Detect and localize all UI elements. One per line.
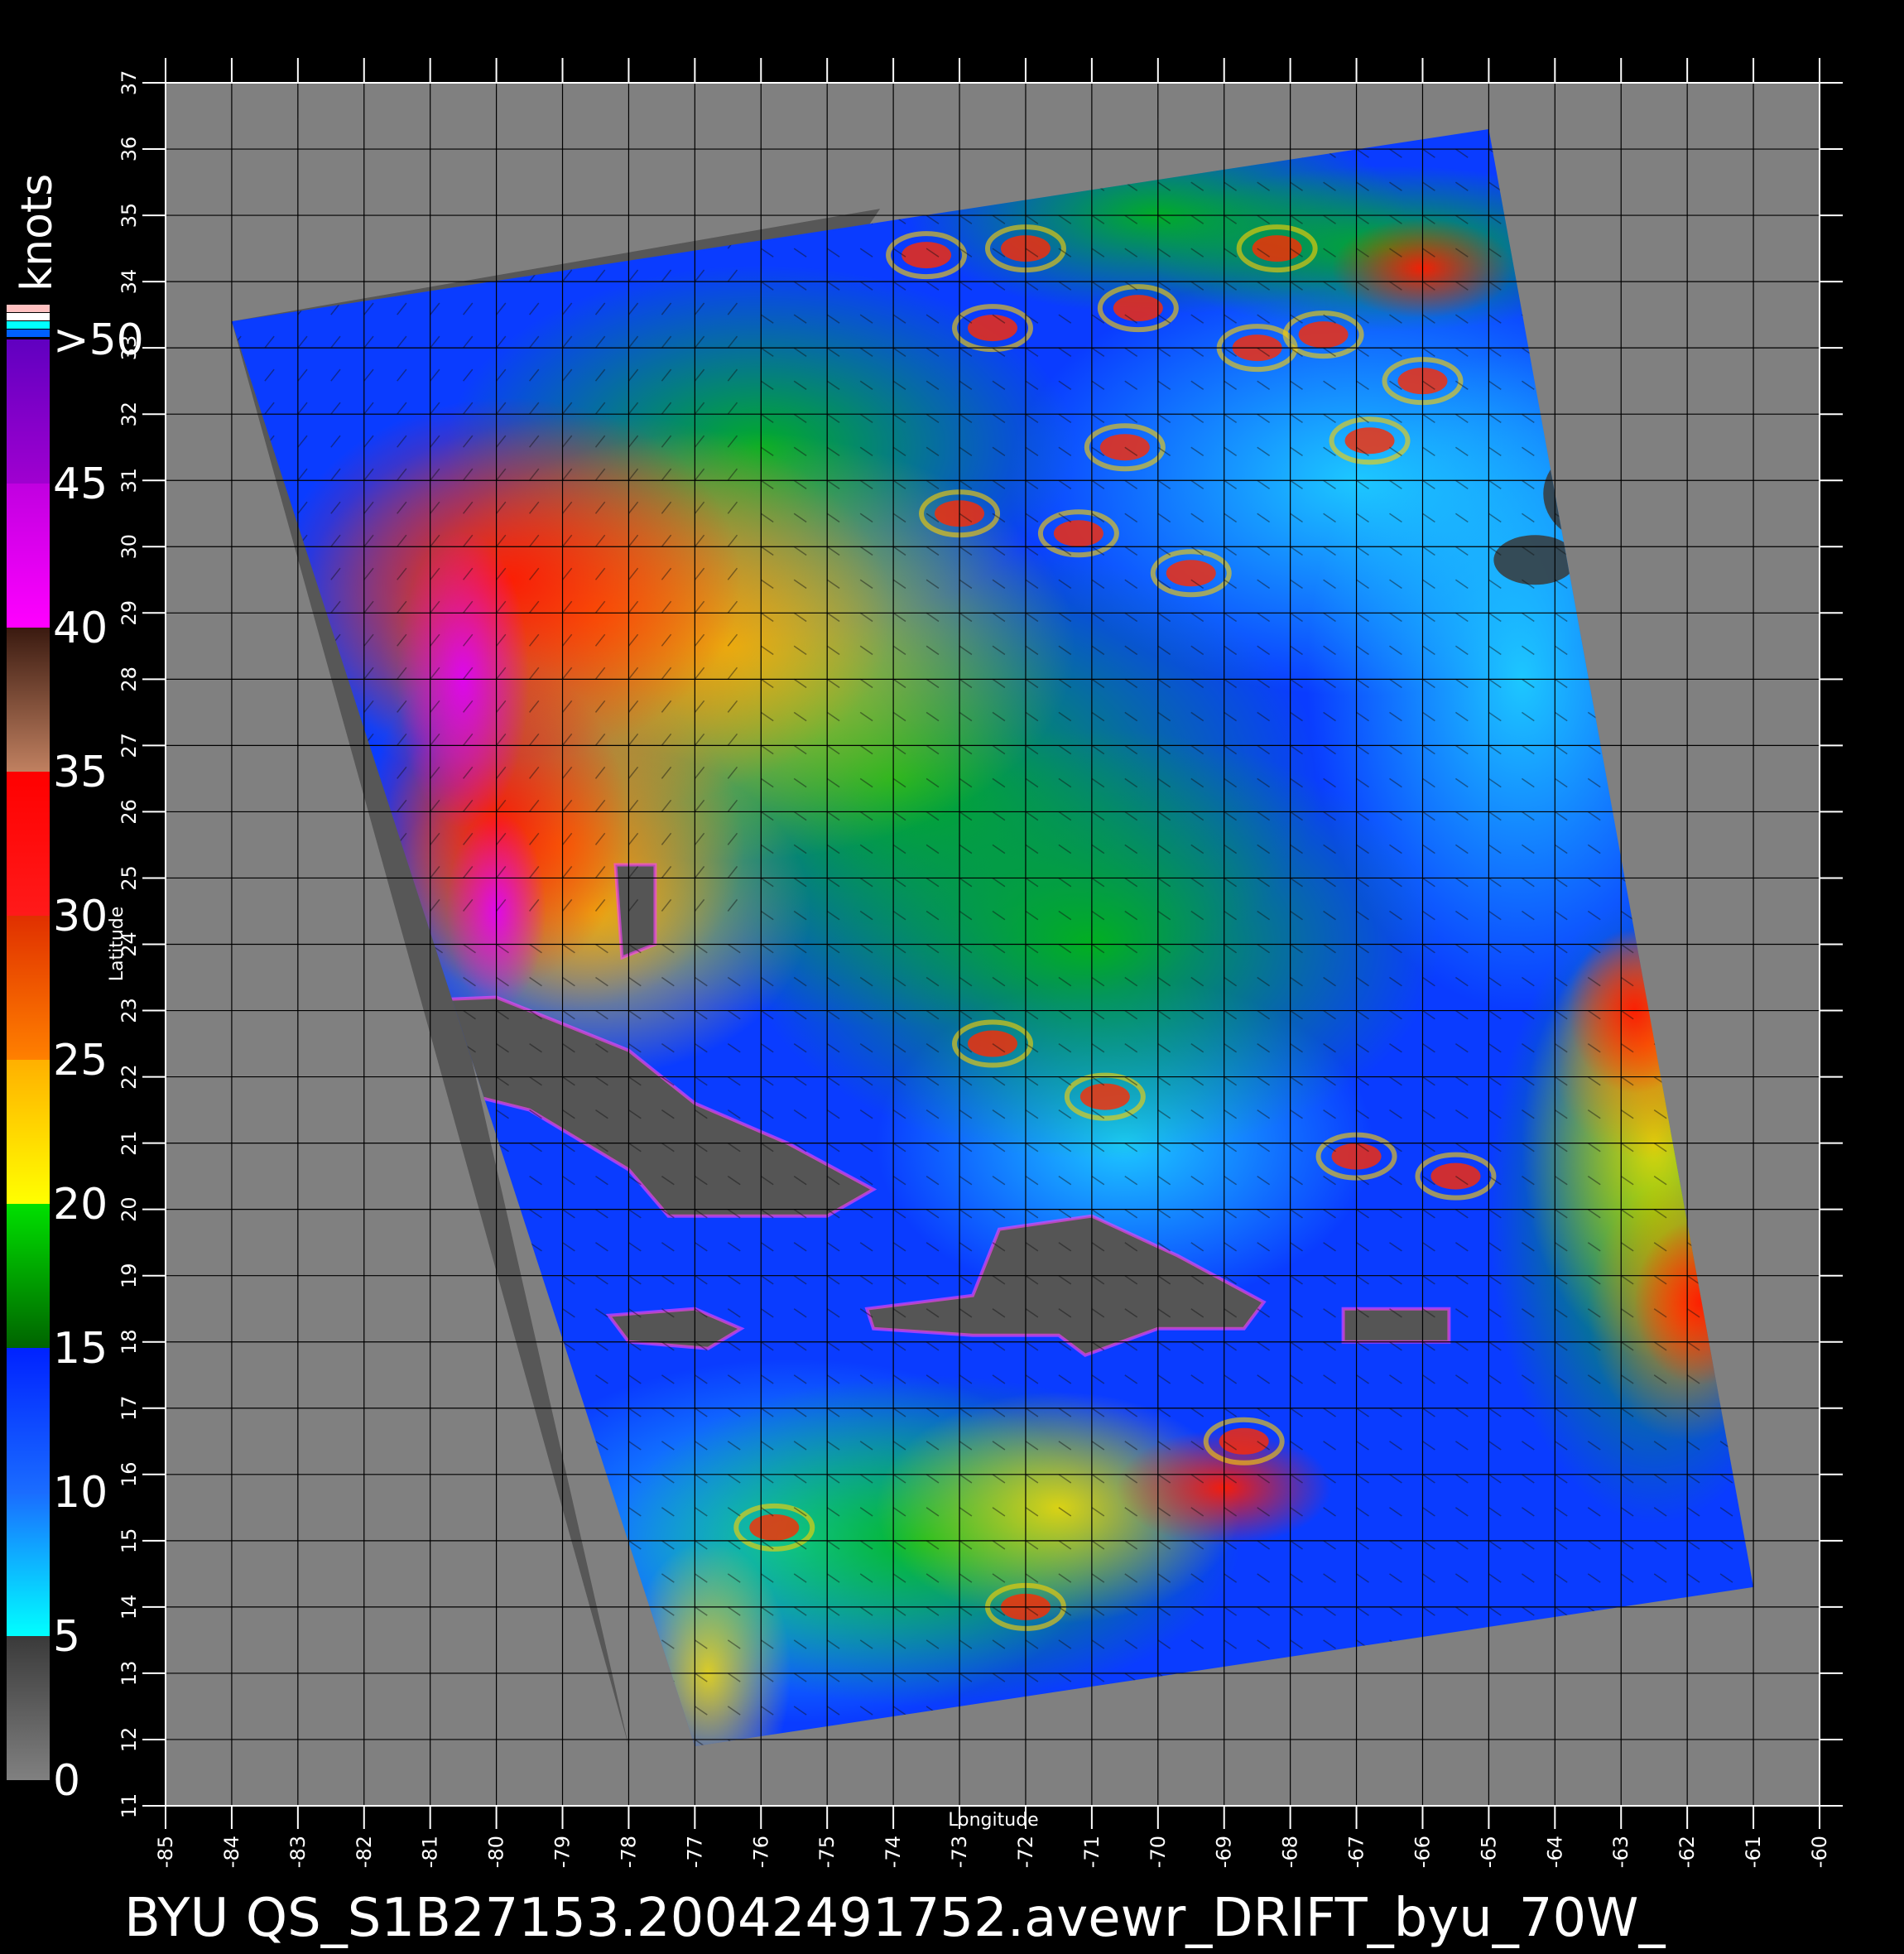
product-footer-label: BYU QS_S1B27153.20042491752.avewr_DRIFT_… [124, 1888, 1666, 1949]
storm-cell [1079, 1083, 1130, 1110]
latitude-tick-label: 37 [118, 70, 141, 96]
storm-cell [1113, 295, 1163, 322]
colorbar-label: 10 [53, 1468, 108, 1518]
colorbar-label: 5 [53, 1612, 80, 1662]
latitude-tick-label: 16 [118, 1462, 141, 1488]
longitude-tick-label: -66 [1411, 1836, 1434, 1868]
storm-cell [1252, 235, 1302, 262]
colorbar-label: 15 [53, 1324, 108, 1374]
storm-cell [1053, 520, 1103, 547]
latitude-tick-label: 27 [118, 733, 141, 758]
longitude-tick-label: -68 [1279, 1836, 1302, 1868]
longitude-tick-label: -63 [1609, 1836, 1632, 1868]
longitude-tick-label: -70 [1147, 1836, 1170, 1868]
latitude-tick-label: 20 [118, 1196, 141, 1222]
longitude-tick-label: -78 [617, 1836, 640, 1868]
colorbar-over-swatch-3 [7, 330, 50, 337]
x-axis-title: Longitude [948, 1810, 1038, 1831]
latitude-tick-label: 13 [118, 1661, 141, 1687]
colorbar-over-swatch-1 [7, 313, 50, 320]
longitude-tick-labels: -85 -84 -83 -82 -81 -80 -79 -78 -77 -76 -75 -74 -73 -… [154, 1836, 1831, 1868]
longitude-tick-label: -67 [1345, 1836, 1368, 1868]
storm-cell [1166, 560, 1216, 587]
longitude-tick-label: -60 [1808, 1836, 1831, 1868]
storm-cell [902, 242, 952, 269]
longitude-tick-label: -85 [154, 1836, 177, 1868]
storm-cell [749, 1514, 800, 1541]
latitude-tick-label: 28 [118, 667, 141, 692]
colorbar-unit-label: knots [12, 174, 62, 291]
longitude-tick-label: -84 [220, 1836, 243, 1868]
longitude-tick-label: -80 [485, 1836, 508, 1868]
longitude-tick-label: -71 [1080, 1836, 1103, 1868]
longitude-tick-label: -75 [815, 1836, 839, 1868]
longitude-tick-label: -73 [948, 1836, 971, 1868]
latitude-tick-label: 15 [118, 1528, 141, 1554]
latitude-tick-label: 11 [118, 1793, 141, 1819]
longitude-tick-label: -79 [551, 1836, 575, 1868]
colorbar-label: 45 [53, 460, 108, 509]
colorbar-over-range [7, 305, 50, 337]
latitude-tick-label: 19 [118, 1263, 141, 1288]
colorbar-label: 35 [53, 748, 108, 797]
colorbar-label: 20 [53, 1180, 108, 1230]
latitude-tick-label: 17 [118, 1395, 141, 1421]
colorbar-label: >50 [53, 315, 144, 365]
storm-cell [1344, 427, 1395, 455]
colorbar-over-swatch-0 [7, 305, 50, 312]
colorbar-label: 25 [53, 1036, 108, 1085]
storm-cell [968, 1030, 1017, 1057]
colorbar-label: 30 [53, 892, 108, 941]
y-axis-title: Latitude [107, 907, 127, 982]
latitude-tick-label: 21 [118, 1130, 141, 1156]
storm-cell [1219, 1427, 1269, 1455]
land-andros [613, 863, 657, 960]
longitude-tick-label: -65 [1477, 1836, 1500, 1868]
colorbar-label: 0 [53, 1756, 80, 1806]
latitude-tick-label: 30 [118, 534, 141, 560]
longitude-tick-label: -64 [1543, 1836, 1566, 1868]
longitude-tick-label: -69 [1213, 1836, 1236, 1868]
colorbar-scale [7, 339, 50, 1780]
latitude-tick-label: 18 [118, 1329, 141, 1355]
latitude-tick-label: 32 [118, 402, 141, 427]
latitude-tick-label: 12 [118, 1727, 141, 1753]
storm-cell [1298, 321, 1349, 349]
longitude-tick-label: -81 [419, 1836, 442, 1868]
colorbar-label: 40 [53, 604, 108, 653]
longitude-tick-label: -61 [1742, 1836, 1765, 1868]
longitude-tick-label: -77 [683, 1836, 706, 1868]
longitude-tick-label: -82 [353, 1836, 376, 1868]
latitude-tick-label: 26 [118, 799, 141, 825]
longitude-tick-label: -62 [1676, 1836, 1699, 1868]
longitude-tick-label: -76 [749, 1836, 772, 1868]
longitude-tick-label: -74 [882, 1836, 905, 1868]
latitude-tick-label: 31 [118, 468, 141, 493]
latitude-tick-label: 23 [118, 998, 141, 1023]
latitude-tick-label: 34 [118, 269, 141, 295]
storm-cell [968, 315, 1017, 342]
longitude-tick-label: -72 [1014, 1836, 1037, 1868]
latitude-tick-label: 35 [118, 203, 141, 229]
latitude-tick-label: 29 [118, 600, 141, 626]
latitude-tick-label: 36 [118, 137, 141, 162]
longitude-tick-label: -83 [286, 1836, 310, 1868]
latitude-tick-label: 25 [118, 865, 141, 891]
latitude-tick-label: 14 [118, 1595, 141, 1620]
latitude-tick-label: 22 [118, 1064, 141, 1090]
colorbar-over-swatch-2 [7, 321, 50, 329]
wind-speed-map: -85 -84 -83 -82 -81 -80 -79 -78 -77 -76 -75 -74 -73 -… [7, 58, 1843, 1949]
